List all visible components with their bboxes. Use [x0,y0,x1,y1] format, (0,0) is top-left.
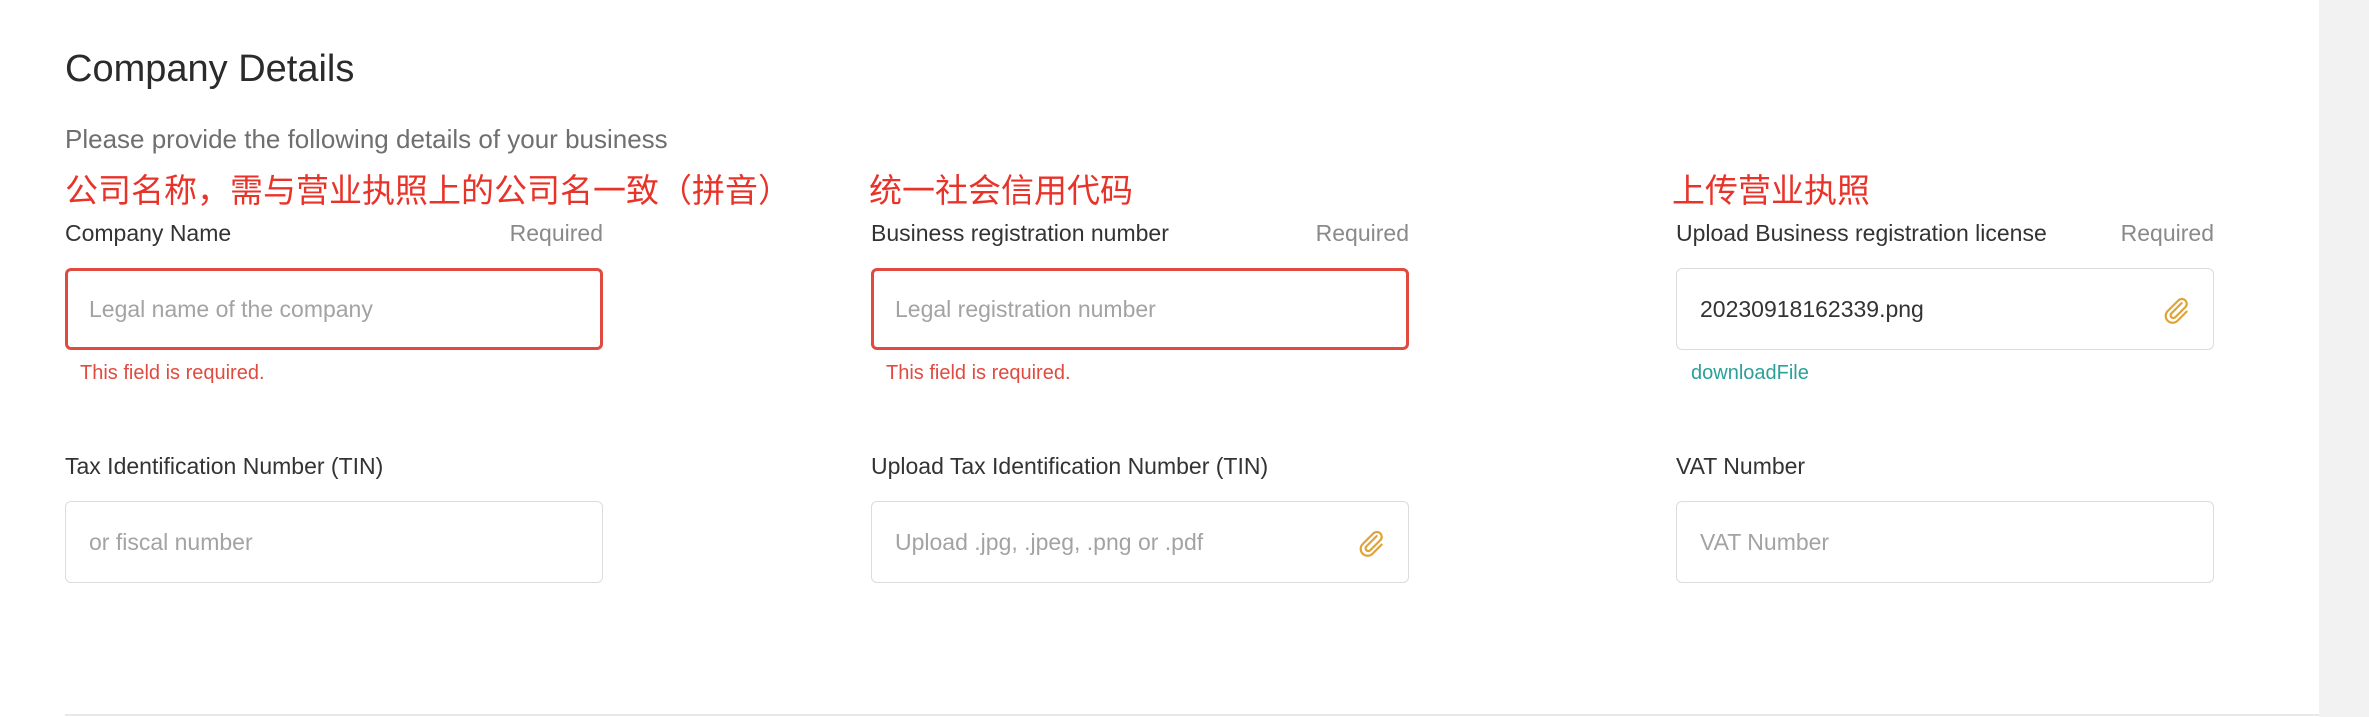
tin-label: Tax Identification Number (TIN) [65,453,384,479]
tin-upload-placeholder: Upload .jpg, .jpeg, .png or .pdf [895,529,1204,555]
company-name-label: Company Name [65,220,232,246]
page-background: Company Details Please provide the follo… [0,0,2369,717]
registration-number-input[interactable] [895,271,1335,347]
registration-number-input-box[interactable] [871,268,1409,350]
annotation-company-name: 公司名称，需与营业执照上的公司名一致（拼音） [65,171,791,210]
registration-number-error: This field is required. [886,362,1071,384]
page-subtitle: Please provide the following details of … [65,124,668,154]
paperclip-icon[interactable] [1356,528,1386,558]
registration-license-filename: 20230918162339.png [1700,296,1924,322]
annotation-registration-number: 统一社会信用代码 [869,171,1133,210]
annotation-registration-license: 上传营业执照 [1672,171,1870,210]
company-name-required: Required [509,220,603,246]
registration-number-label: Business registration number [871,220,1169,246]
download-file-link[interactable]: downloadFile [1691,360,1809,386]
registration-license-upload[interactable]: 20230918162339.png [1676,268,2214,350]
registration-license-label: Upload Business registration license [1676,220,2047,246]
vat-input-box[interactable] [1676,501,2214,583]
section-divider [65,714,2319,716]
tin-upload-label: Upload Tax Identification Number (TIN) [871,453,1269,479]
company-name-input[interactable] [89,271,529,347]
company-name-input-box[interactable] [65,268,603,350]
paperclip-icon[interactable] [2161,295,2191,325]
vat-input[interactable] [1700,502,2140,582]
tin-input[interactable] [89,502,529,582]
vat-label: VAT Number [1676,453,1806,479]
tin-input-box[interactable] [65,501,603,583]
company-name-error: This field is required. [80,362,265,384]
registration-license-required: Required [2120,220,2214,246]
tin-upload-box[interactable]: Upload .jpg, .jpeg, .png or .pdf [871,501,1409,583]
company-details-card: Company Details Please provide the follo… [0,0,2319,717]
registration-number-required: Required [1315,220,1409,246]
page-title: Company Details [65,48,355,90]
